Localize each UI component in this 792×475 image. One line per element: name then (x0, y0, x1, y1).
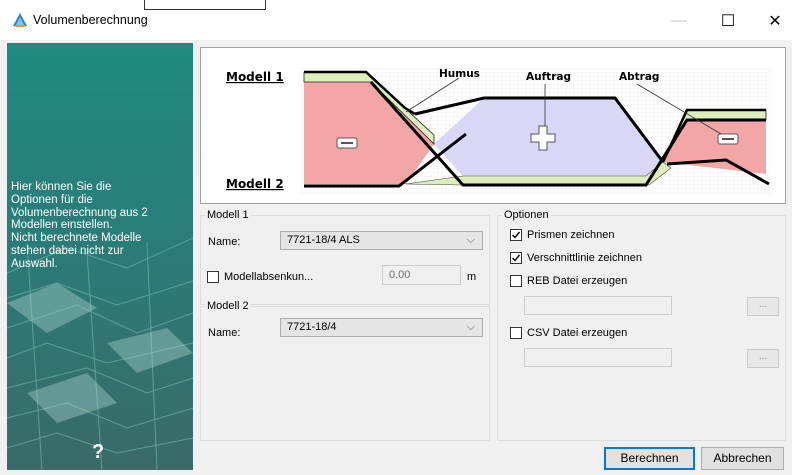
reb-browse-button[interactable]: ... (747, 297, 779, 316)
close-button[interactable]: ✕ (752, 8, 792, 34)
modell1-legend: Modell 1 (205, 209, 251, 222)
reb-label: REB Datei erzeugen (527, 275, 628, 287)
help-icon[interactable]: ? (92, 441, 104, 464)
title-overlay-box (144, 0, 266, 10)
info-text: Hier können Sie die Optionen für die Vol… (11, 181, 191, 271)
window-title: Volumenberechnung (33, 13, 148, 27)
minimize-button[interactable]: — (656, 8, 702, 34)
modell1-selected-value: 7721-18/4 ALS (287, 234, 360, 246)
modellabsenkung-checkbox[interactable] (207, 271, 219, 283)
diagram-illustration: Modell 1 Modell 2 Humus Auftrag Abtrag (226, 68, 771, 193)
berechnen-button[interactable]: Berechnen (604, 447, 695, 470)
chevron-down-icon: ⌵ (466, 321, 475, 333)
diagram-label-modell2: Modell 2 (226, 177, 284, 191)
prismen-label: Prismen zeichnen (527, 229, 615, 241)
modell2-select[interactable]: 7721-18/4 ⌵ (280, 318, 483, 337)
diagram-label-auftrag: Auftrag (526, 71, 571, 83)
modell2-name-label: Name: (208, 327, 241, 339)
chevron-down-icon: ⌵ (466, 234, 475, 246)
modell2-selected-value: 7721-18/4 (287, 321, 337, 333)
reb-checkbox[interactable] (510, 275, 522, 287)
info-line: stehen dabei nicht zur (11, 244, 124, 257)
verschnittlinie-checkbox[interactable] (510, 252, 522, 264)
checkmark-icon (512, 254, 521, 262)
info-line: Modellen einstellen. (11, 219, 113, 232)
prismen-checkbox[interactable] (510, 229, 522, 241)
modell2-legend: Modell 2 (205, 300, 251, 313)
modell1-group: Modell 1 (200, 209, 490, 305)
diagram-label-humus: Humus (439, 68, 480, 80)
diagram-label-modell1: Modell 1 (226, 70, 284, 84)
volume-diagram: Modell 1 Modell 2 Humus Auftrag Abtrag (200, 47, 786, 204)
info-line: Auswahl. (11, 257, 58, 270)
csv-checkbox[interactable] (510, 327, 522, 339)
absenkung-value-input[interactable]: 0.00 (382, 265, 461, 285)
modellabsenkung-label: Modellabsenkun... (224, 271, 314, 283)
csv-browse-button[interactable]: ... (747, 349, 779, 368)
unit-label: m (467, 271, 477, 283)
checkmark-icon (512, 231, 521, 239)
info-line: Volumenberechnung aus 2 (11, 206, 148, 219)
app-triangle-icon (13, 13, 27, 27)
info-side-panel: Hier können Sie die Optionen für die Vol… (7, 43, 193, 470)
csv-label: CSV Datei erzeugen (527, 327, 628, 339)
optionen-legend: Optionen (502, 209, 551, 222)
info-line: Hier können Sie die (11, 181, 112, 193)
abbrechen-button[interactable]: Abbrechen (701, 447, 784, 470)
modell1-name-label: Name: (208, 236, 241, 248)
info-line: Nicht berechnete Modelle (11, 232, 142, 245)
reb-path-input[interactable] (524, 296, 672, 315)
title-bar: Volumenberechnung — ☐ ✕ (0, 0, 792, 40)
csv-path-input[interactable] (524, 348, 672, 367)
verschnittlinie-label: Verschnittlinie zeichnen (527, 252, 642, 264)
info-line: Optionen für die (11, 193, 93, 206)
modell1-select[interactable]: 7721-18/4 ALS ⌵ (280, 231, 483, 250)
diagram-label-abtrag: Abtrag (619, 71, 659, 83)
maximize-button[interactable]: ☐ (705, 8, 751, 34)
